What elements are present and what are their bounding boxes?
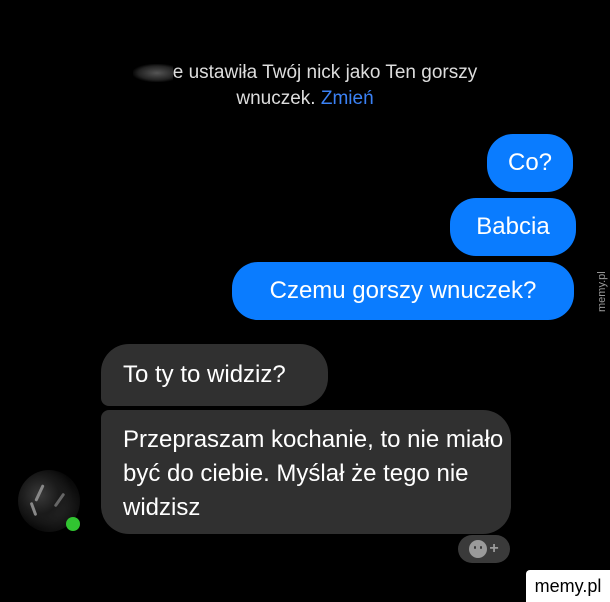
notice-text-1: e ustawiła Twój nick jako Ten gorszy (172, 62, 478, 83)
incoming-message-2[interactable]: Przepraszam kochanie, to nie miało być d… (101, 410, 511, 534)
outgoing-message-1[interactable]: Co? (487, 134, 573, 192)
avatar-detail (53, 492, 66, 508)
redacted-name (132, 63, 173, 82)
avatar-detail (29, 501, 38, 517)
notice-text-2: wnuczek. (236, 88, 316, 109)
plus-sign: + (489, 540, 499, 557)
notice-line-1: e ustawiła Twój nick jako Ten gorszy (0, 60, 610, 86)
nickname-change-notice: e ustawiła Twój nick jako Ten gorszy wnu… (0, 60, 610, 112)
incoming-message-1[interactable]: To ty to widziz? (101, 344, 328, 406)
smiley-add-icon (469, 540, 488, 558)
outgoing-message-2[interactable]: Babcia (450, 198, 576, 256)
avatar-detail (34, 484, 45, 502)
add-reaction-button[interactable]: + (458, 535, 510, 563)
side-watermark: memy.pl (596, 271, 608, 313)
notice-line-2: wnuczek. Zmień (0, 86, 610, 112)
outgoing-message-3[interactable]: Czemu gorszy wnuczek? (232, 262, 574, 320)
corner-watermark: memy.pl (526, 570, 610, 602)
online-status-indicator (66, 517, 80, 531)
change-nickname-link[interactable]: Zmień (321, 88, 374, 109)
